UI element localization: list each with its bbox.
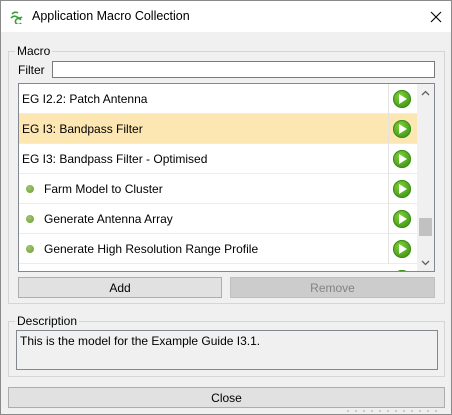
row-divider — [388, 144, 389, 174]
description-group-label: Description — [15, 314, 80, 328]
close-icon — [430, 11, 442, 22]
macro-item-label: EG I3: Bandpass Filter — [22, 122, 143, 136]
scroll-down-button[interactable] — [417, 254, 434, 271]
bullet-icon — [26, 185, 34, 193]
macro-item-label: Generate Antenna Array — [44, 212, 173, 226]
macro-list-item[interactable]: EG I3: Bandpass Filter - Optimised — [19, 144, 417, 174]
macro-list-item[interactable]: Farm Model to Cluster — [19, 174, 417, 204]
play-icon[interactable] — [393, 210, 411, 228]
macro-list-item[interactable]: EG I3: Bandpass Filter — [19, 114, 417, 144]
title-bar: Application Macro Collection — [1, 1, 451, 32]
play-icon[interactable] — [393, 120, 411, 138]
app-logo-icon — [10, 11, 23, 24]
chevron-down-icon — [421, 260, 430, 265]
chevron-up-icon — [421, 90, 430, 95]
window-title: Application Macro Collection — [32, 9, 190, 23]
macro-item-label: EG I3: Bandpass Filter - Optimised — [22, 152, 208, 166]
macro-list-item[interactable]: EG I2.2: Patch Antenna — [19, 84, 417, 114]
macro-list-item-partial[interactable] — [19, 264, 417, 271]
filter-input[interactable] — [52, 61, 435, 78]
window-close-button[interactable] — [421, 1, 451, 32]
macro-item-label: EG I2.2: Patch Antenna — [22, 92, 148, 106]
play-icon[interactable] — [393, 90, 411, 108]
macro-item-label: Generate High Resolution Range Profile — [44, 242, 259, 256]
macro-group-label: Macro — [15, 44, 53, 58]
bullet-icon — [26, 245, 34, 253]
play-icon[interactable] — [393, 180, 411, 198]
macro-list-item[interactable]: Generate Antenna Array — [19, 204, 417, 234]
row-divider — [388, 174, 389, 204]
scroll-up-button[interactable] — [417, 84, 434, 101]
macro-collection-window: Application Macro Collection Macro Filte… — [0, 0, 452, 415]
remove-button[interactable]: Remove — [230, 277, 435, 298]
play-icon[interactable] — [393, 270, 411, 271]
resize-grip[interactable] — [341, 405, 451, 415]
macro-list-rows: EG I2.2: Patch Antenna EG I3: Bandpass Fi… — [19, 84, 417, 271]
scroll-thumb[interactable] — [419, 218, 432, 236]
row-divider — [388, 84, 389, 114]
macro-list-scrollbar[interactable] — [417, 84, 434, 271]
macro-list: EG I2.2: Patch Antenna EG I3: Bandpass Fi… — [18, 83, 435, 272]
macro-item-label: Farm Model to Cluster — [44, 182, 163, 196]
add-button[interactable]: Add — [18, 277, 222, 298]
row-divider — [388, 234, 389, 264]
play-icon[interactable] — [393, 240, 411, 258]
row-divider — [388, 114, 389, 144]
description-text: This is the model for the Example Guide … — [16, 330, 438, 370]
row-divider — [388, 204, 389, 234]
filter-label: Filter — [18, 63, 45, 77]
macro-list-item[interactable]: Generate High Resolution Range Profile — [19, 234, 417, 264]
play-icon[interactable] — [393, 150, 411, 168]
bullet-icon — [26, 215, 34, 223]
